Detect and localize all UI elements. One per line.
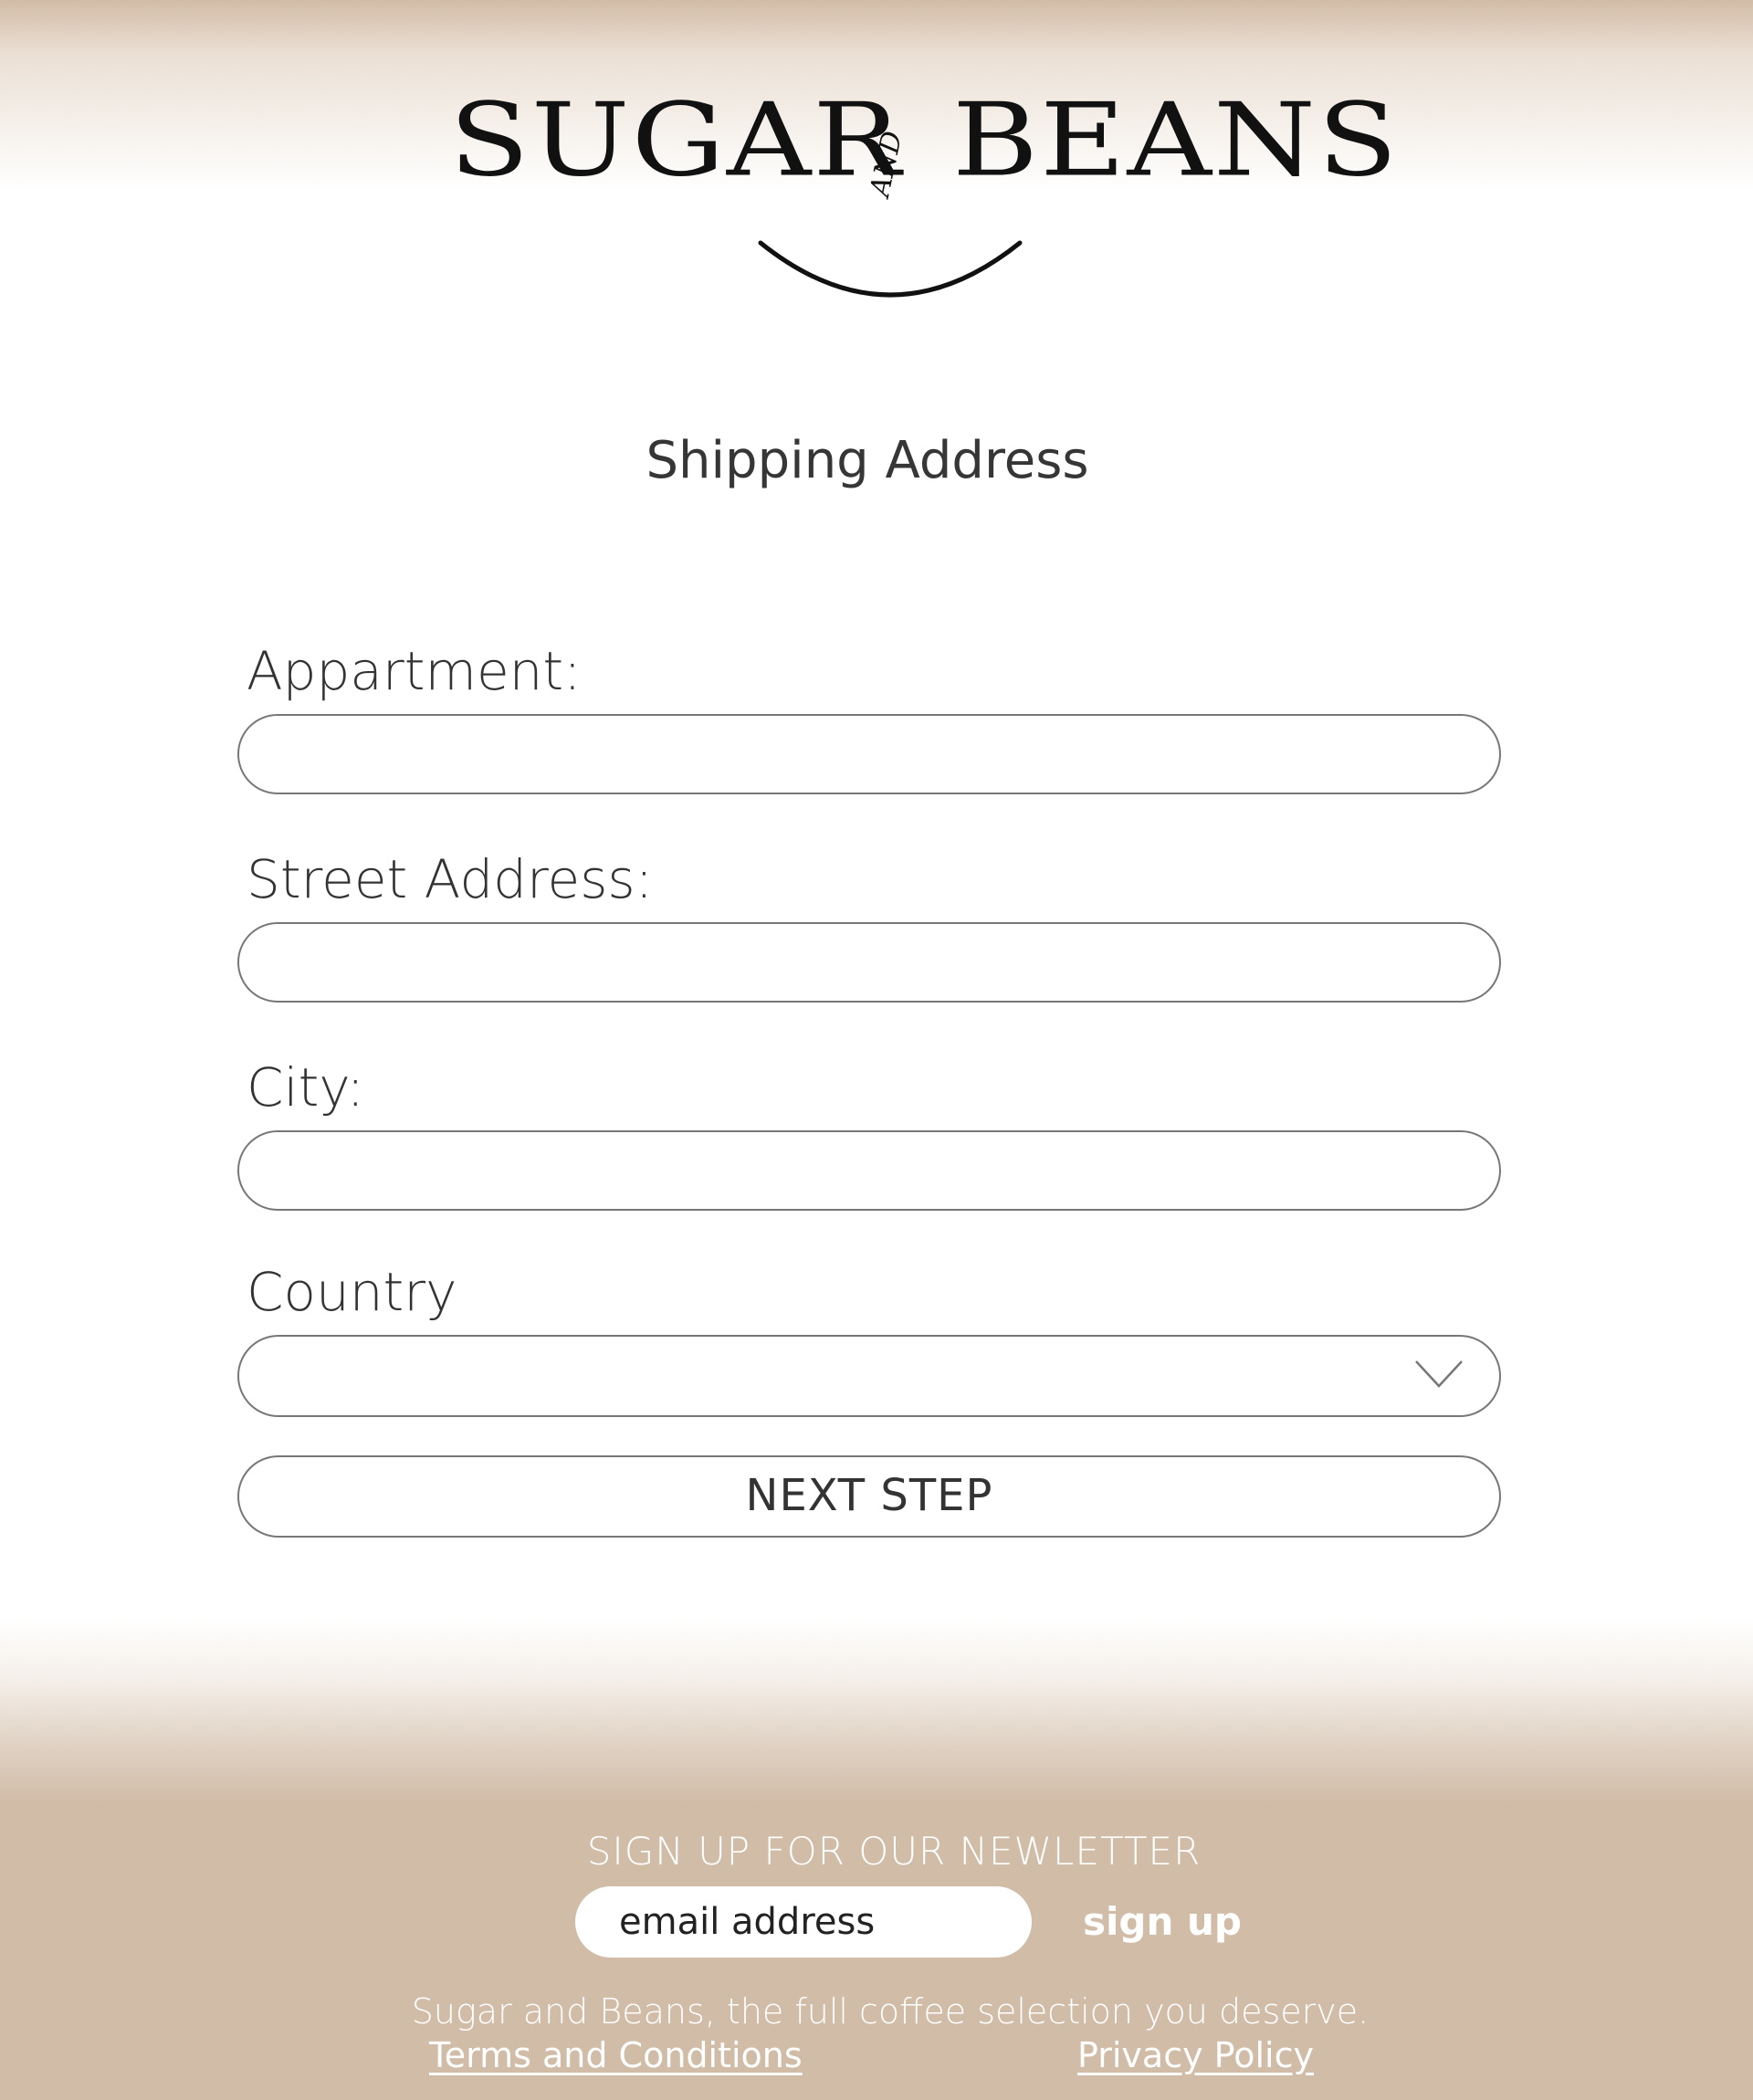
next-step-button[interactable]: NEXT STEP: [237, 1455, 1501, 1538]
country-label: Country: [247, 1261, 457, 1323]
page-title: Shipping Address: [646, 431, 1089, 490]
terms-link[interactable]: Terms and Conditions: [429, 2032, 803, 2078]
city-input[interactable]: [237, 1130, 1501, 1211]
street-address-label: Street Address:: [247, 848, 654, 910]
logo-smile-icon: [758, 240, 1023, 298]
logo-word-sugar: SUGAR: [449, 82, 903, 200]
logo-word-beans: BEANS: [952, 82, 1400, 200]
street-address-input[interactable]: [237, 922, 1501, 1003]
newsletter-email-input[interactable]: [575, 1886, 1032, 1958]
newsletter-heading: SIGN UP FOR OUR NEWLETTER: [586, 1829, 1202, 1874]
privacy-link[interactable]: Privacy Policy: [1077, 2032, 1314, 2078]
chevron-down-icon[interactable]: [1413, 1357, 1464, 1391]
city-label: City:: [247, 1056, 364, 1118]
appartment-input[interactable]: [237, 714, 1501, 794]
brand-logo: SUGAR AND BEANS: [0, 82, 1753, 320]
country-select[interactable]: [237, 1335, 1501, 1417]
newsletter-signup-button[interactable]: sign up: [1083, 1895, 1242, 1948]
footer-tagline: Sugar and Beans, the full coffee selecti…: [411, 1991, 1370, 2032]
appartment-label: Appartment:: [247, 640, 582, 702]
